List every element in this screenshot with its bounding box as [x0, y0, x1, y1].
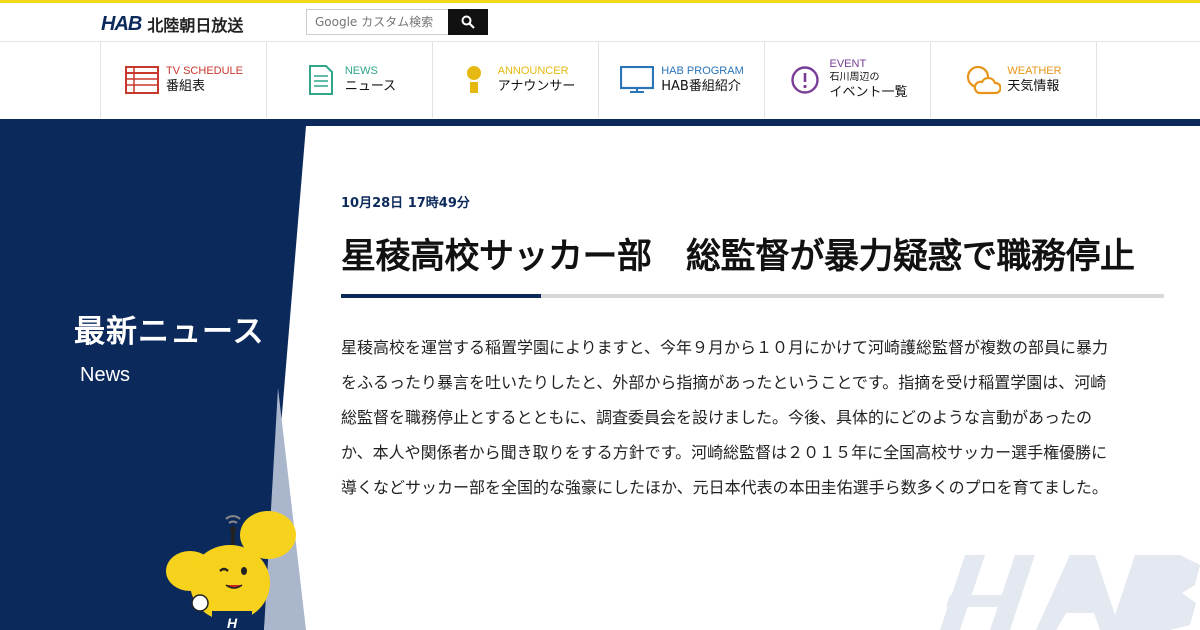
svg-text:H: H: [227, 615, 238, 630]
search-icon: [461, 15, 475, 29]
nav-tv-schedule[interactable]: TV SCHEDULE 番組表: [101, 42, 267, 118]
nav-label-jp-small: 石川周辺の: [829, 72, 880, 83]
nav-label-en: TV SCHEDULE: [165, 64, 244, 77]
search-box: [306, 9, 488, 35]
sidebar-subtitle: News: [80, 364, 131, 386]
nav-label-jp: 番組表: [165, 78, 205, 94]
nav-label-en: WEATHER: [1007, 64, 1062, 77]
nav-hab-program[interactable]: HAB PROGRAM HAB番組紹介: [599, 42, 765, 118]
hab-logo-mark: HAB: [101, 12, 142, 35]
event-icon: [787, 62, 823, 98]
nav-label-en: HAB PROGRAM: [661, 64, 744, 77]
mascot-character: H: [166, 511, 296, 630]
main-navigation: TV SCHEDULE 番組表 NEWS ニュース ANNOUNCER アナウン…: [0, 41, 1200, 119]
headline-rule-accent: [341, 294, 541, 298]
site-logo[interactable]: HAB 北陸朝日放送: [101, 12, 243, 36]
article-body: 星稜高校を運営する稲置学園によりますと、今年９月から１０月にかけて河崎護総監督が…: [341, 338, 1109, 497]
nav-label-jp: ニュース: [344, 78, 397, 94]
tv-schedule-icon: [124, 62, 160, 98]
nav-announcer[interactable]: ANNOUNCER アナウンサー: [433, 42, 599, 118]
header-divider: [0, 119, 1200, 126]
nav-label-jp: HAB番組紹介: [661, 78, 741, 94]
nav-news[interactable]: NEWS ニュース: [267, 42, 433, 118]
nav-label-en: NEWS: [344, 64, 378, 77]
nav-label-jp: イベント一覧: [829, 85, 908, 100]
nav-label-jp: 天気情報: [1007, 78, 1060, 94]
nav-weather[interactable]: WEATHER 天気情報: [931, 42, 1097, 118]
search-button[interactable]: [448, 9, 488, 35]
sidebar-panel: 最新ニュース News H: [0, 126, 310, 630]
nav-label-en: EVENT: [829, 58, 867, 70]
hab-watermark-logo: [940, 555, 1200, 630]
nav-label-en: ANNOUNCER: [497, 64, 569, 77]
top-bar: HAB 北陸朝日放送: [0, 3, 1200, 41]
article-headline: 星稜高校サッカー部 総監督が暴力疑惑で職務停止: [341, 237, 1135, 277]
search-input[interactable]: [306, 9, 448, 35]
weather-icon: [965, 62, 1002, 98]
news-icon: [303, 62, 339, 98]
nav-label-jp: アナウンサー: [497, 78, 576, 94]
sidebar-title: 最新ニュース: [74, 314, 265, 350]
article-date: 10月28日 17時49分: [341, 196, 470, 211]
nav-event[interactable]: EVENT 石川周辺の イベント一覧: [765, 42, 931, 118]
announcer-icon: [456, 62, 492, 98]
station-name: 北陸朝日放送: [147, 16, 244, 35]
program-icon: [619, 62, 655, 98]
